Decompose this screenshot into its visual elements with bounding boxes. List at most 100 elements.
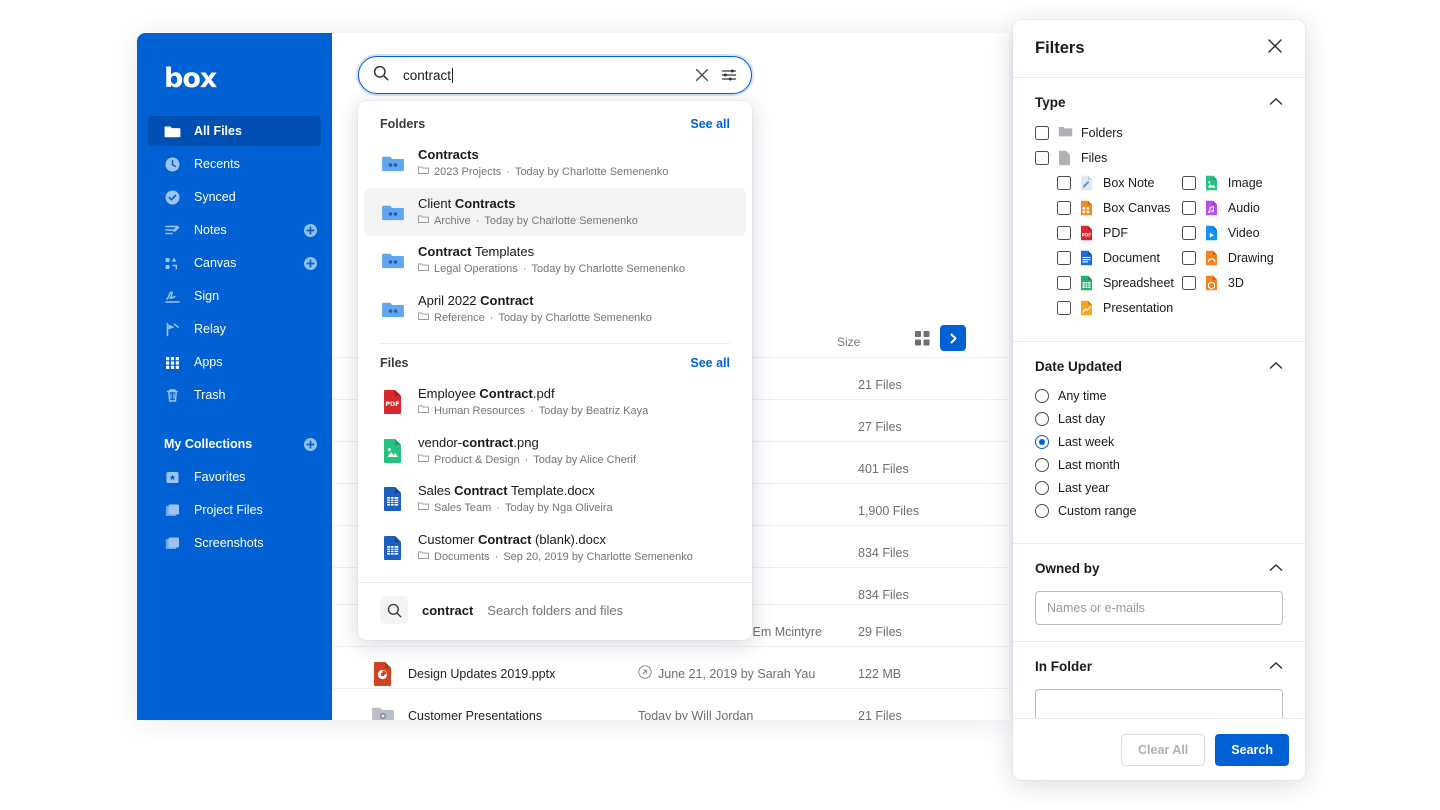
checkbox[interactable] (1182, 276, 1196, 290)
filter-option-video[interactable]: Video (1182, 225, 1283, 241)
checkbox[interactable] (1182, 176, 1196, 190)
file-suggestion-row[interactable]: PDF Employee Contract.pdf Human Resource… (358, 378, 752, 427)
add-collection-button[interactable] (304, 438, 317, 451)
folder-parent: Reference (434, 310, 485, 327)
date-updated-header[interactable]: Date Updated (1035, 357, 1283, 375)
owned-by-header[interactable]: Owned by (1035, 559, 1283, 577)
sidebar-item-relay[interactable]: Relay (148, 314, 321, 344)
row-name: Design Updates 2019.pptx (408, 667, 638, 681)
filter-option-box-canvas[interactable]: Box Canvas (1057, 200, 1174, 216)
file-meta: Documents·Sep 20, 2019 by Charlotte Seme… (418, 549, 693, 566)
folder-meta: Legal Operations·Today by Charlotte Seme… (418, 261, 685, 278)
file-grey-icon (1058, 150, 1072, 166)
search-button[interactable]: Search (1215, 734, 1289, 766)
checkbox[interactable] (1057, 276, 1071, 290)
file-parent: Documents (434, 549, 490, 566)
filter-option-box-note[interactable]: Box Note (1057, 175, 1174, 191)
sidebar-item-notes[interactable]: Notes (148, 215, 321, 245)
radio-button[interactable] (1035, 458, 1049, 472)
folders-see-all-link[interactable]: See all (690, 117, 730, 131)
filter-option-document[interactable]: Document (1057, 250, 1174, 266)
files-see-all-link[interactable]: See all (690, 356, 730, 370)
filter-option-label: Presentation (1103, 301, 1173, 315)
filter-option-files[interactable]: Files (1035, 150, 1283, 166)
radio-option-last-week[interactable]: Last week (1035, 435, 1283, 449)
filter-option-label: Files (1081, 151, 1107, 165)
radio-button[interactable] (1035, 504, 1049, 518)
filter-option-drawing[interactable]: Drawing (1182, 250, 1283, 266)
checkbox[interactable] (1057, 226, 1071, 240)
sidebar-item-screenshots[interactable]: Screenshots (148, 528, 321, 558)
filter-option-spreadsheet[interactable]: Spreadsheet (1057, 275, 1174, 291)
chevron-up-icon[interactable] (1269, 357, 1283, 375)
filter-option-folders[interactable]: Folders (1035, 125, 1283, 141)
clear-all-button[interactable]: Clear All (1121, 734, 1205, 766)
table-row[interactable]: Customer Presentations Today by Will Jor… (332, 688, 1009, 720)
add-note-button[interactable] (304, 224, 317, 237)
radio-button[interactable] (1035, 412, 1049, 426)
chevron-up-icon[interactable] (1269, 559, 1283, 577)
sidebar-item-all-files[interactable]: All Files (148, 116, 321, 146)
box-logo[interactable]: box (137, 55, 332, 116)
chevron-right-icon[interactable] (940, 325, 966, 351)
search-bar[interactable]: contract (358, 56, 752, 94)
column-header-size[interactable]: Size (837, 335, 860, 349)
checkbox[interactable] (1057, 301, 1071, 315)
sliders-icon[interactable] (721, 67, 737, 83)
sidebar-item-canvas[interactable]: Canvas (148, 248, 321, 278)
checkbox[interactable] (1057, 251, 1071, 265)
radio-button[interactable] (1035, 481, 1049, 495)
sidebar-item-project-files[interactable]: Project Files (148, 495, 321, 525)
search-all-row[interactable]: contract Search folders and files (358, 583, 752, 640)
checkbox[interactable] (1182, 251, 1196, 265)
sidebar-item-recents[interactable]: Recents (148, 149, 321, 179)
chevron-up-icon[interactable] (1269, 657, 1283, 675)
row-size: 122 MB (858, 667, 901, 681)
search-input[interactable]: contract (403, 68, 683, 83)
sidebar-item-synced[interactable]: Synced (148, 182, 321, 212)
sidebar-item-label: All Files (194, 124, 321, 138)
checkbox[interactable] (1182, 226, 1196, 240)
shared-folder-icon (380, 199, 406, 225)
checkbox[interactable] (1035, 126, 1049, 140)
folder-suggestion-row[interactable]: April 2022 Contract Reference·Today by C… (358, 285, 752, 334)
row-size: 21 Files (858, 709, 902, 721)
file-suggestion-row[interactable]: Customer Contract (blank).docx Documents… (358, 524, 752, 573)
filter-option-presentation[interactable]: Presentation (1057, 300, 1174, 316)
radio-option-custom-range[interactable]: Custom range (1035, 504, 1283, 518)
radio-label: Last week (1058, 435, 1114, 449)
sidebar-item-label: Recents (194, 157, 321, 171)
sidebar-item-sign[interactable]: Sign (148, 281, 321, 311)
checkbox[interactable] (1057, 176, 1071, 190)
sidebar-item-trash[interactable]: Trash (148, 380, 321, 410)
radio-option-any-time[interactable]: Any time (1035, 389, 1283, 403)
filter-option-pdf[interactable]: PDF PDF (1057, 225, 1174, 241)
checkbox[interactable] (1035, 151, 1049, 165)
chevron-up-icon[interactable] (1269, 93, 1283, 111)
filter-option-image[interactable]: Image (1182, 175, 1283, 191)
sidebar-item-apps[interactable]: Apps (148, 347, 321, 377)
radio-button[interactable] (1035, 435, 1049, 449)
in-folder-header[interactable]: In Folder (1035, 657, 1283, 675)
type-section-header[interactable]: Type (1035, 93, 1283, 111)
checkbox[interactable] (1057, 201, 1071, 215)
file-suggestion-row[interactable]: vendor-contract.png Product & Design·Tod… (358, 427, 752, 476)
filter-option-audio[interactable]: Audio (1182, 200, 1283, 216)
filter-option-3d[interactable]: 3D (1182, 275, 1283, 291)
radio-option-last-month[interactable]: Last month (1035, 458, 1283, 472)
owned-by-input[interactable]: Names or e-mails (1035, 591, 1283, 625)
clear-search-button[interactable] (695, 68, 709, 82)
radio-button[interactable] (1035, 389, 1049, 403)
folder-suggestion-row[interactable]: Client Contracts Archive·Today by Charlo… (364, 188, 746, 237)
add-canvas-button[interactable] (304, 257, 317, 270)
checkbox[interactable] (1182, 201, 1196, 215)
folder-icon (164, 123, 181, 140)
folder-suggestion-row[interactable]: Contracts 2023 Projects·Today by Charlot… (358, 139, 752, 188)
close-icon[interactable] (1267, 38, 1283, 59)
radio-option-last-day[interactable]: Last day (1035, 412, 1283, 426)
sidebar-item-favorites[interactable]: Favorites (148, 462, 321, 492)
radio-option-last-year[interactable]: Last year (1035, 481, 1283, 495)
grid-view-icon[interactable] (915, 331, 930, 349)
file-suggestion-row[interactable]: Sales Contract Template.docx Sales Team·… (358, 475, 752, 524)
folder-suggestion-row[interactable]: Contract Templates Legal Operations·Toda… (358, 236, 752, 285)
